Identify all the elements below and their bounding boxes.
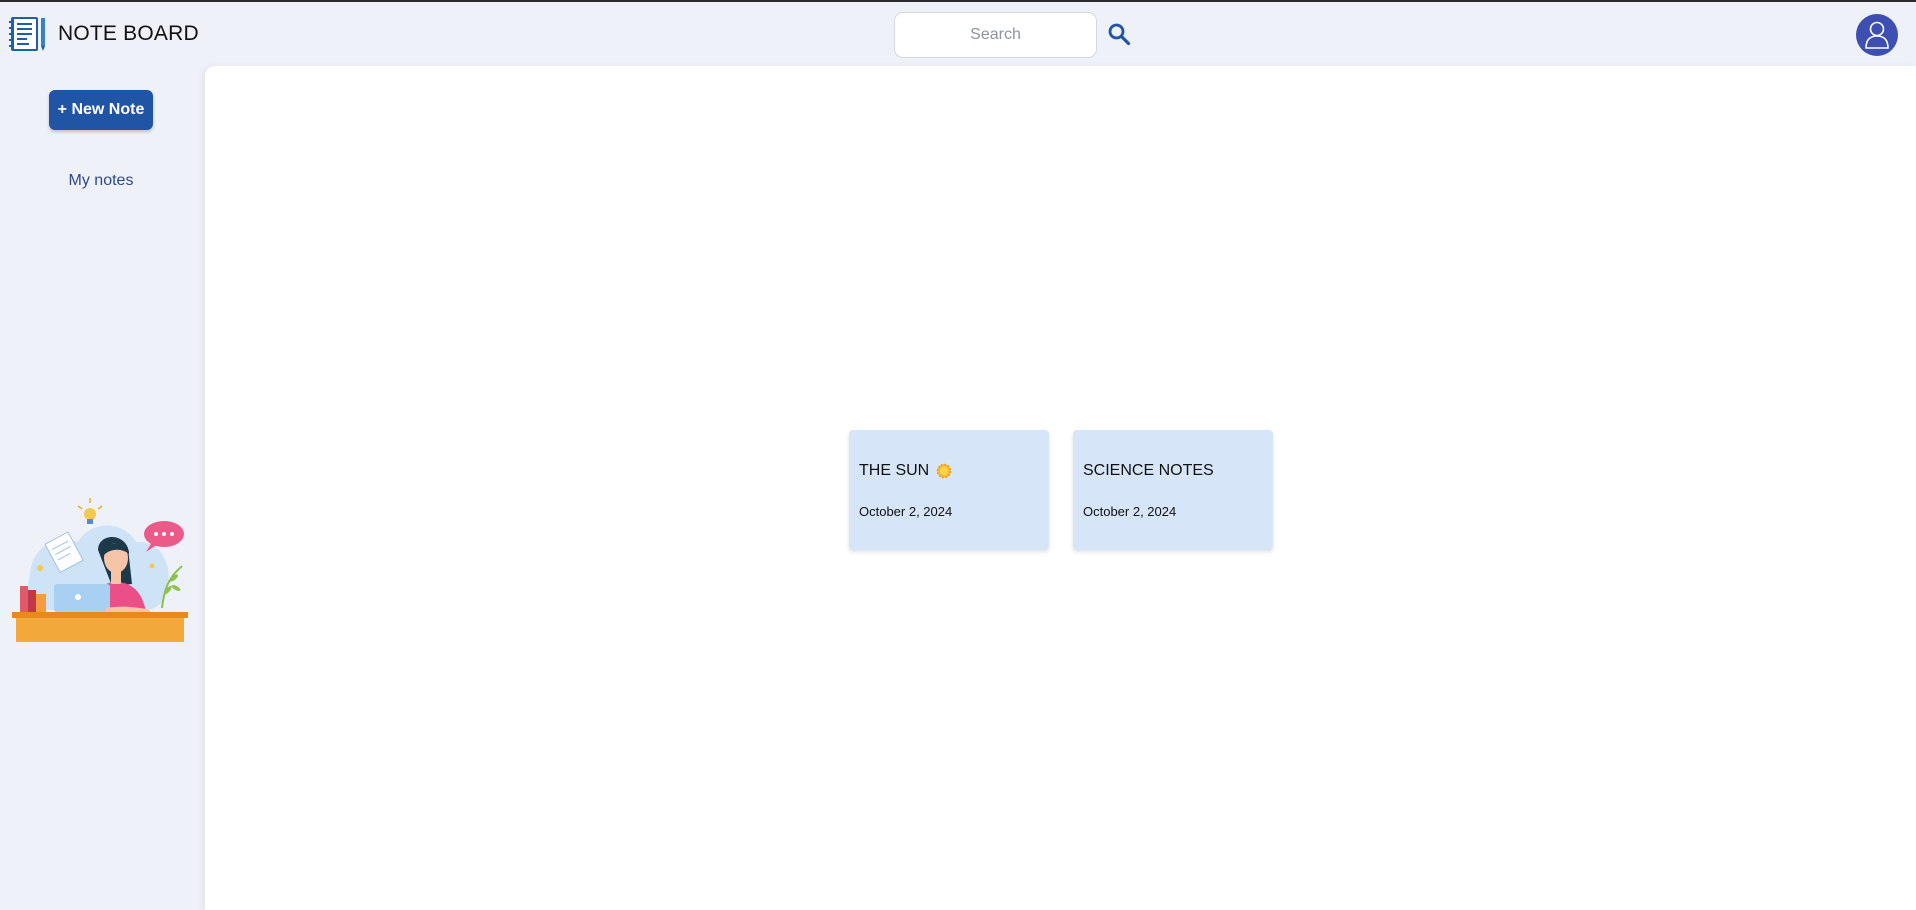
user-avatar-icon [1865, 21, 1889, 49]
user-avatar[interactable] [1856, 14, 1898, 56]
notes-board: THE SUN October 2, 2024 SCIENCE NOTES Oc… [205, 66, 1916, 910]
search-icon[interactable] [1107, 22, 1131, 46]
app-header: NOTE BOARD [0, 2, 1916, 66]
note-title-row: SCIENCE NOTES [1083, 462, 1214, 480]
sun-icon [936, 463, 952, 479]
brand[interactable]: NOTE BOARD [8, 14, 199, 54]
note-title-row: THE SUN [859, 462, 953, 480]
note-card[interactable]: SCIENCE NOTES October 2, 2024 [1073, 430, 1273, 550]
note-title: THE SUN [859, 462, 930, 479]
note-title: SCIENCE NOTES [1083, 462, 1214, 479]
woman-at-laptop-illustration [12, 498, 188, 642]
sidebar-item-my-notes[interactable]: My notes [0, 172, 202, 190]
sidebar: + New Note My notes [0, 66, 204, 910]
note-date: October 2, 2024 [1083, 504, 1177, 519]
search-input[interactable] [894, 12, 1097, 58]
app-title: NOTE BOARD [58, 22, 199, 45]
new-note-button[interactable]: + New Note [49, 90, 153, 130]
notebook-icon [9, 17, 45, 51]
note-card[interactable]: THE SUN October 2, 2024 [849, 430, 1049, 550]
note-date: October 2, 2024 [859, 504, 953, 519]
